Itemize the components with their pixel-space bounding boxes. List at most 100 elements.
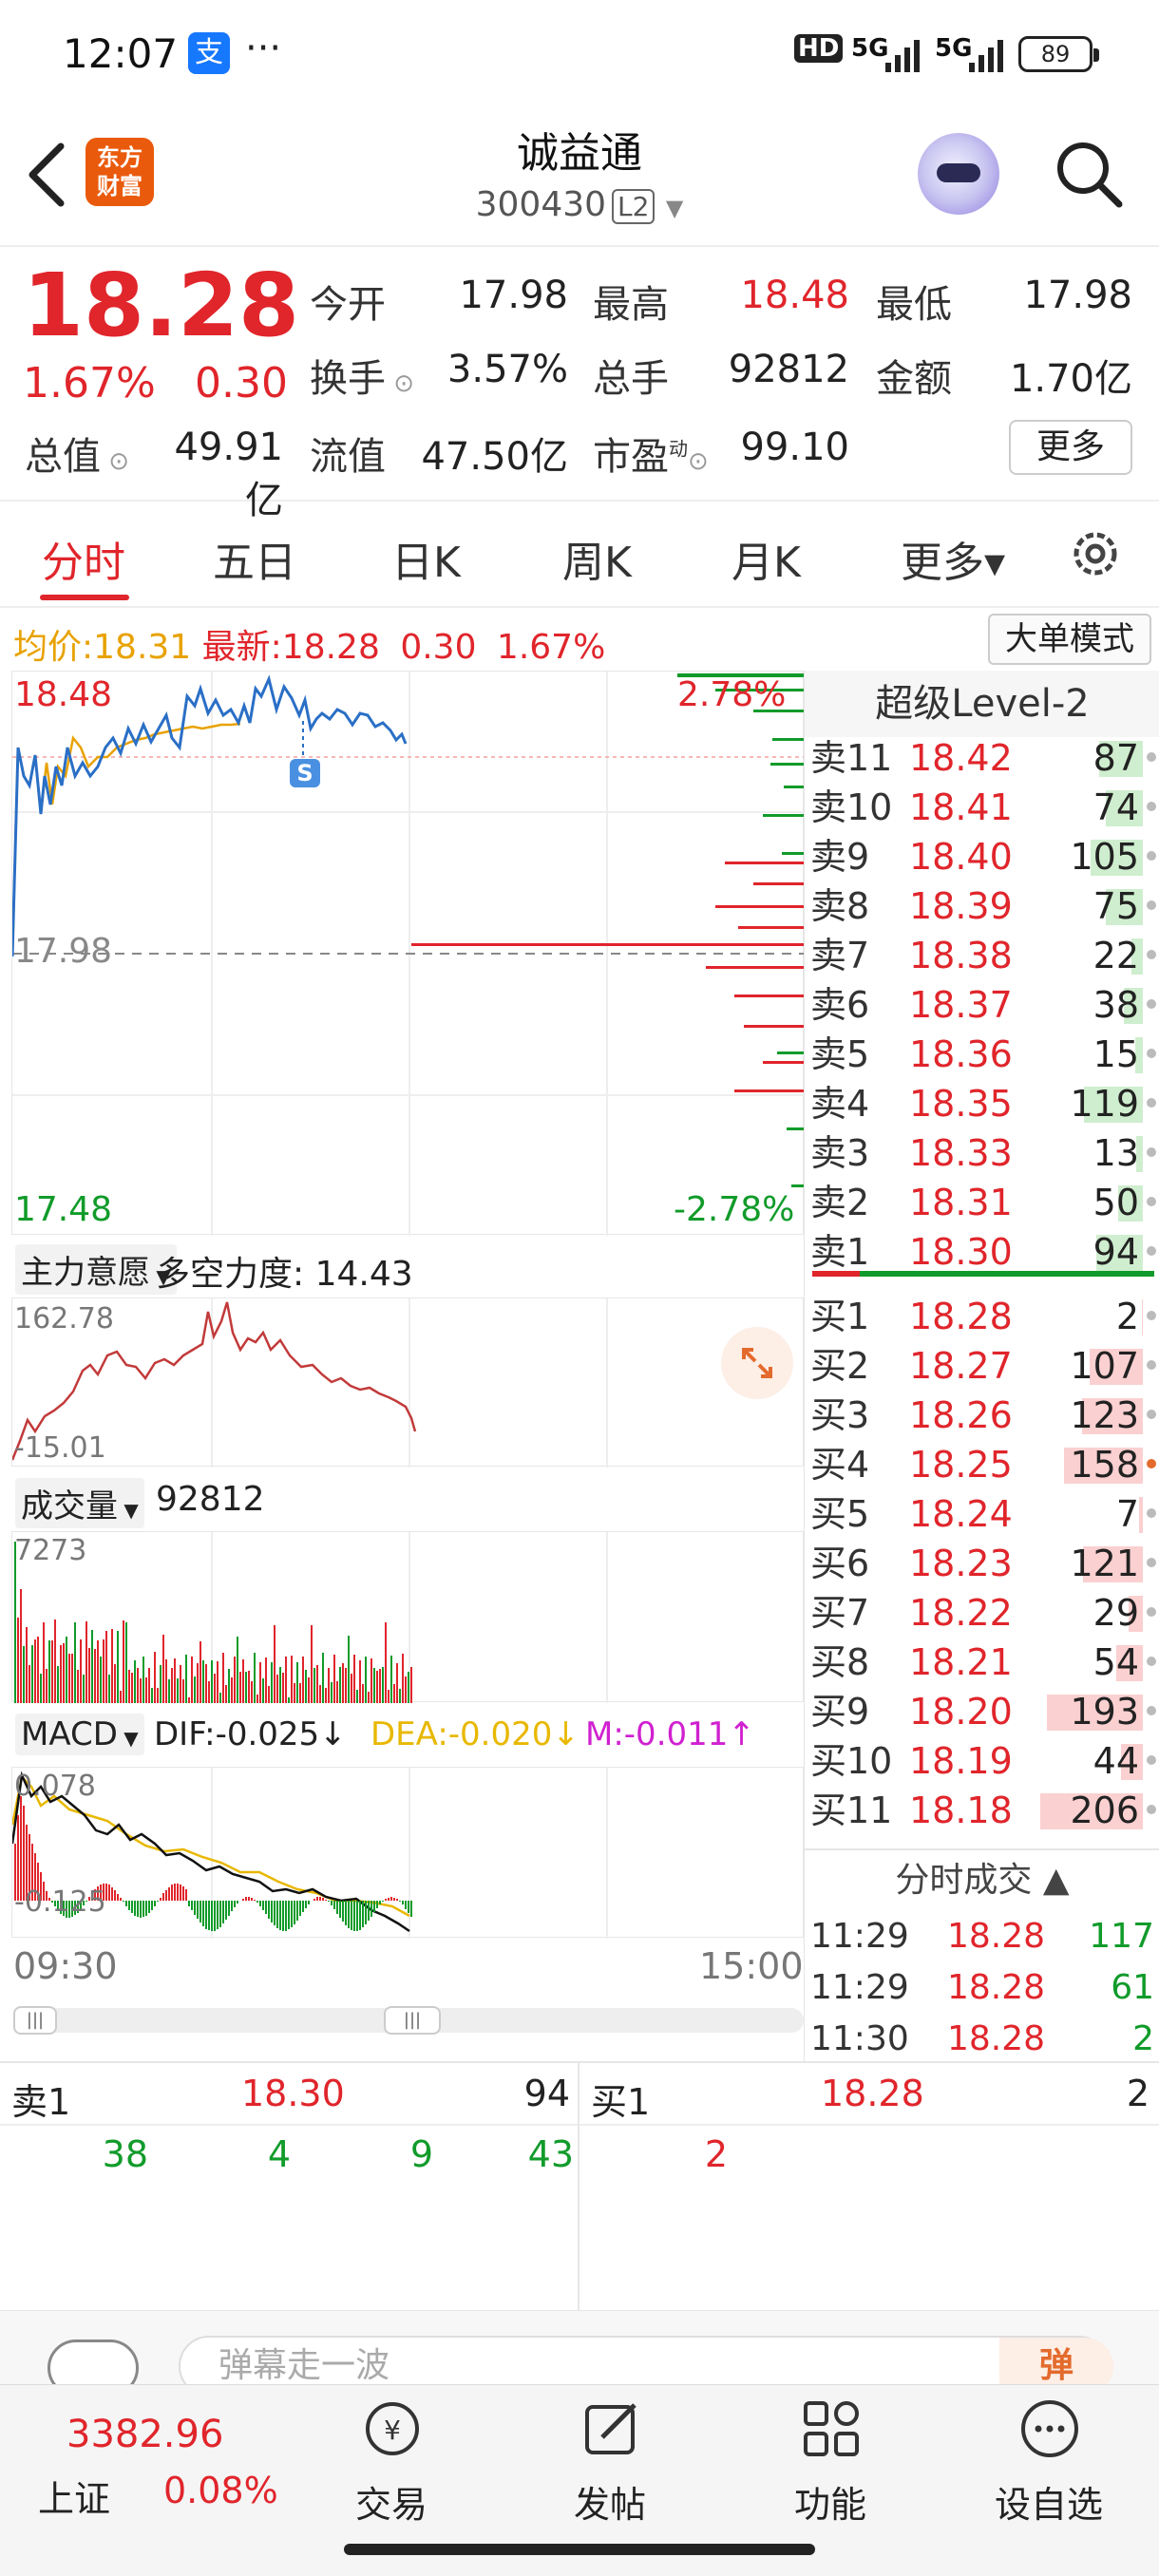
macd-bar [171, 1885, 173, 1901]
row-dot-icon [1147, 900, 1156, 910]
ask-row[interactable]: 卖6 18.37 38 [805, 980, 1159, 1030]
index-value[interactable]: 3382.96 [66, 2413, 223, 2456]
time-start: 09:30 [13, 1945, 118, 1987]
grid-icon [804, 2401, 859, 2456]
assistant-robot-icon[interactable] [918, 133, 999, 215]
slider-handle-right[interactable]: ||| [384, 2006, 441, 2035]
divider [0, 2124, 1159, 2126]
tab-intraday[interactable]: 分时 [42, 528, 125, 589]
tab-monthly-k[interactable]: 月K [732, 528, 801, 589]
macd-bar [302, 1901, 304, 1912]
bid-row[interactable]: 买3 18.26 123 [805, 1391, 1159, 1440]
macd-bar [237, 1901, 238, 1904]
ask-price: 18.31 [909, 1182, 1013, 1223]
macd-bar [368, 1901, 370, 1921]
ask-row[interactable]: 卖5 18.36 15 [805, 1030, 1159, 1079]
big-order-mode-button[interactable]: 大单模式 [988, 614, 1151, 665]
latest-change: 0.30 [400, 628, 477, 667]
macd-bar [305, 1901, 307, 1908]
nav-trade[interactable]: ¥ 交易 [325, 2392, 458, 2544]
signal-marker[interactable]: S [290, 759, 320, 787]
volume-bar [43, 1622, 45, 1703]
volume-bar [219, 1693, 221, 1703]
home-indicator[interactable] [344, 2544, 815, 2555]
bid-volume: 158 [1070, 1444, 1139, 1486]
gear-icon[interactable] [1066, 524, 1125, 583]
slider-handle-left[interactable]: ||| [13, 2006, 57, 2035]
main-force-selector[interactable]: 主力意愿 ▼ [15, 1244, 177, 1295]
tab-daily-k[interactable]: 日K [391, 528, 461, 589]
bid-volume-bar [1142, 1299, 1143, 1335]
expand-icon[interactable] [721, 1327, 793, 1399]
volume-bar [177, 1678, 179, 1703]
macd-bar [408, 1901, 409, 1913]
ask-row[interactable]: 卖7 18.38 22 [805, 931, 1159, 980]
row-dot-icon [1147, 1098, 1156, 1108]
volume-bar [370, 1658, 372, 1703]
bid-row[interactable]: 买2 18.27 107 [805, 1341, 1159, 1391]
volume-selector[interactable]: 成交量 ▼ [15, 1478, 144, 1528]
ask-row[interactable]: 卖8 18.39 75 [805, 881, 1159, 931]
low-label: 最低 [876, 283, 952, 327]
bid-row[interactable]: 买5 18.24 7 [805, 1489, 1159, 1539]
back-arrow-icon[interactable] [23, 141, 70, 209]
bid-row[interactable]: 买1 18.28 2 [805, 1292, 1159, 1341]
order-book-title[interactable]: 超级Level-2 [805, 671, 1159, 737]
tab-weekly-k[interactable]: 周K [562, 528, 632, 589]
more-quote-button[interactable]: 更多 [1009, 420, 1132, 475]
bid-row[interactable]: 买8 18.21 54 [805, 1638, 1159, 1687]
ask-row[interactable]: 卖10 18.41 74 [805, 783, 1159, 832]
search-icon[interactable] [1053, 138, 1125, 210]
volume-bar [288, 1697, 290, 1703]
volume-bar [222, 1653, 224, 1703]
row-dot-icon [1147, 1508, 1156, 1518]
macd-bar [385, 1899, 387, 1901]
ask-row[interactable]: 卖3 18.33 13 [805, 1128, 1159, 1178]
latest-label: 最新: [201, 628, 282, 667]
macd-bar [165, 1890, 167, 1901]
volume-bar [276, 1675, 278, 1703]
volume-bar [353, 1655, 355, 1703]
volume-chart[interactable]: 7273 [11, 1531, 804, 1703]
bid-volume: 121 [1070, 1543, 1139, 1584]
macd-bar [325, 1900, 327, 1901]
time-range-slider[interactable]: ||| ||| [13, 2006, 804, 2035]
macd-bar [288, 1901, 290, 1929]
row-dot-icon [1147, 950, 1156, 959]
ask-row[interactable]: 卖2 18.31 50 [805, 1178, 1159, 1227]
ask-level-label: 卖1 [810, 1231, 870, 1273]
bid-row[interactable]: 买11 18.18 206 [805, 1786, 1159, 1835]
macd-bar [154, 1901, 156, 1906]
ask-row[interactable]: 卖11 18.42 87 [805, 733, 1159, 783]
ask-row[interactable]: 卖9 18.40 105 [805, 832, 1159, 881]
macd-bar [356, 1901, 358, 1931]
tick-price: 18.28 [947, 1917, 1046, 1956]
bid-row[interactable]: 买9 18.20 193 [805, 1687, 1159, 1736]
bid-row[interactable]: 买10 18.19 44 [805, 1736, 1159, 1786]
bid-row[interactable]: 买4 18.25 158 [805, 1440, 1159, 1489]
ask-row[interactable]: 卖4 18.35 119 [805, 1079, 1159, 1128]
tab-five-day[interactable]: 五日 [213, 528, 296, 589]
bid-row[interactable]: 买7 18.22 29 [805, 1588, 1159, 1638]
nav-functions[interactable]: 功能 [764, 2392, 897, 2544]
macd-bar [319, 1897, 321, 1901]
macd-chart[interactable]: 0.078 -0.125 [11, 1767, 804, 1939]
ticks-title[interactable]: 分时成交 ▲ [805, 1852, 1159, 1909]
bid-volume: 54 [1092, 1641, 1139, 1683]
ask-row[interactable]: 卖1 18.30 94 [805, 1227, 1159, 1277]
macd-selector[interactable]: MACD ▼ [15, 1714, 144, 1755]
ask-volume: 105 [1070, 836, 1139, 878]
volume-bar [211, 1660, 213, 1703]
nav-post[interactable]: 发帖 [543, 2392, 676, 2544]
volume-bar [134, 1660, 136, 1703]
bid-row[interactable]: 买6 18.23 121 [805, 1539, 1159, 1588]
index-name[interactable]: 上证 [38, 2470, 110, 2522]
nav-add-watchlist[interactable]: 设自选 [982, 2392, 1115, 2544]
main-force-chart[interactable]: 162.78 -15.01 [11, 1297, 804, 1468]
stock-code-row[interactable]: 300430 L2 ▼ [390, 185, 770, 224]
row-dot-icon [1147, 1657, 1156, 1666]
intraday-chart[interactable]: 18.48 17.98 17.48 2.78% -2.78% S [11, 671, 805, 1236]
volume-bar [208, 1681, 210, 1703]
tab-more[interactable]: 更多▾ [901, 528, 1005, 589]
index-change[interactable]: 0.08% [163, 2470, 278, 2511]
